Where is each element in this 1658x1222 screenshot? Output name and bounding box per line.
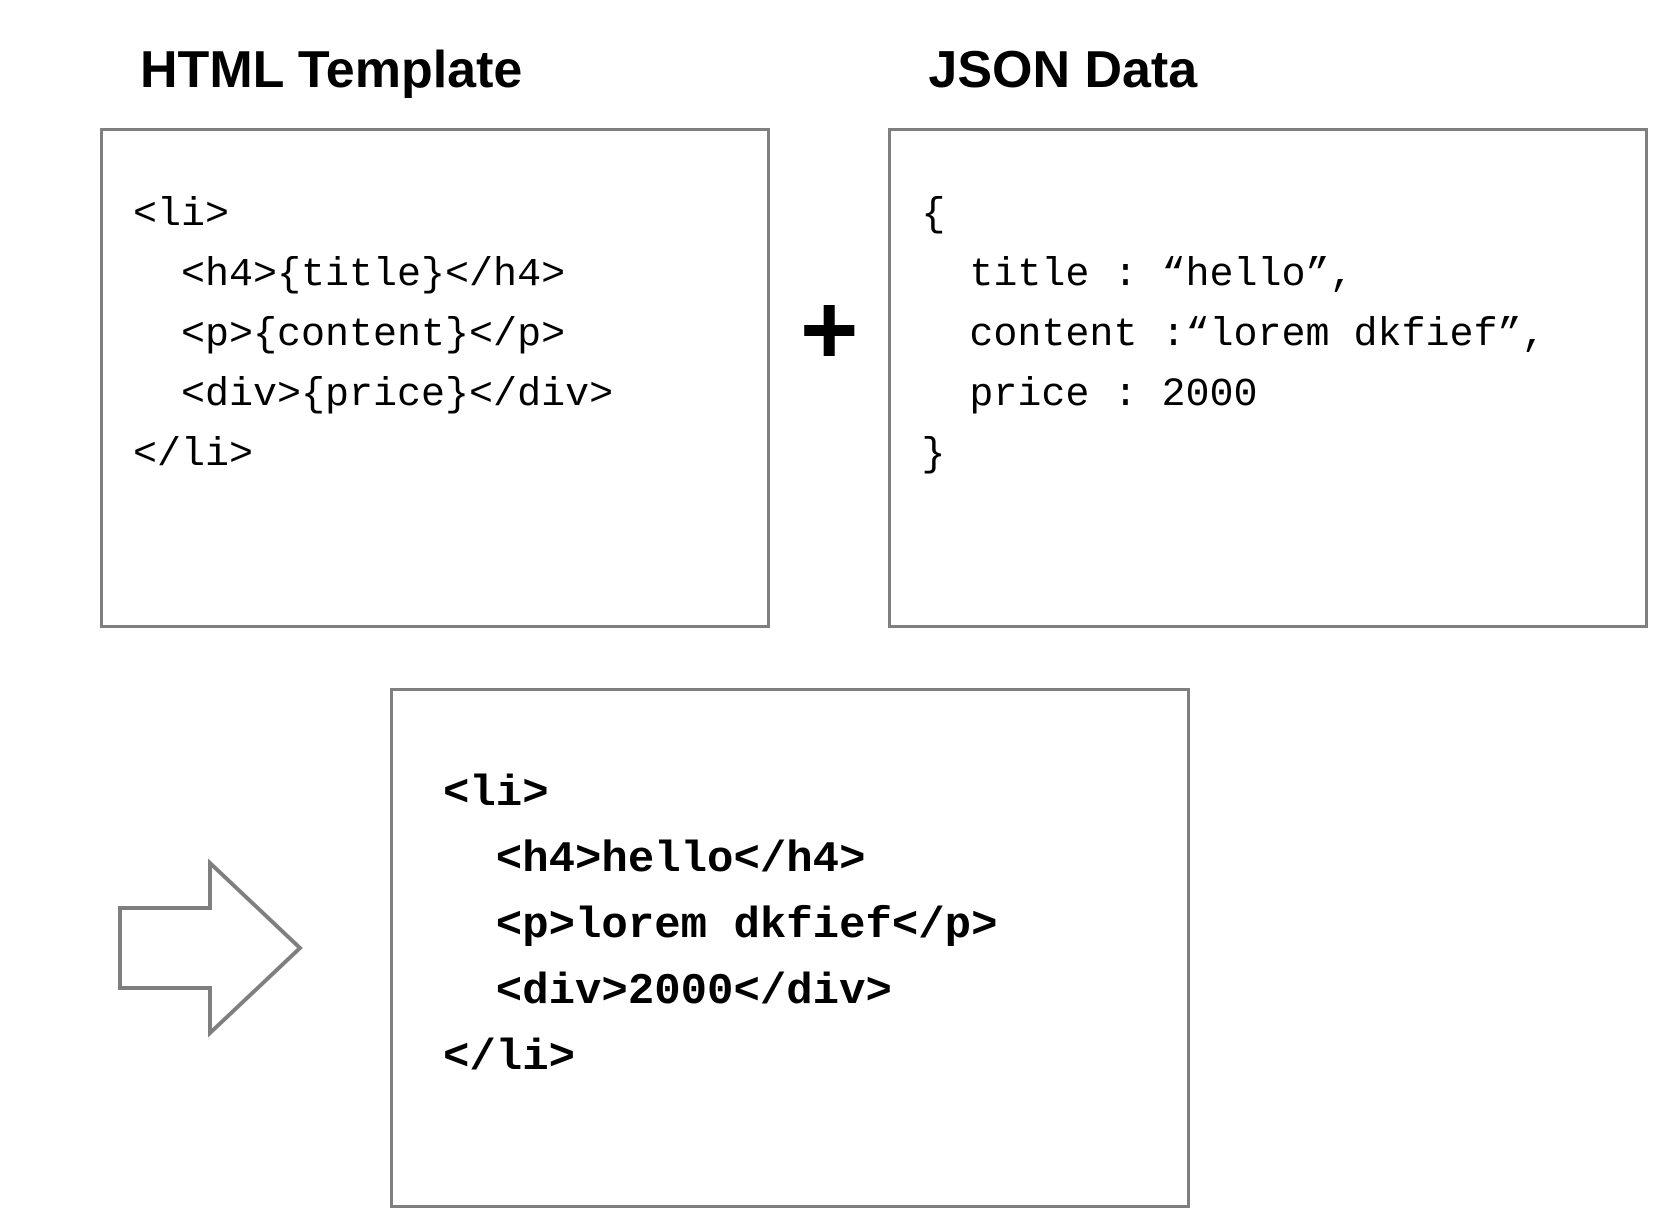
result-line-4: <div>2000</div> — [443, 967, 892, 1017]
json-code: { title : “hello”, content :“lorem dkfie… — [921, 186, 1615, 486]
result-line-5: </li> — [443, 1033, 575, 1083]
template-heading: HTML Template — [140, 40, 770, 100]
template-box: <li> <h4>{title}</h4> <p>{content}</p> <… — [100, 128, 770, 628]
json-line-3: content :“lorem dkfief”, — [921, 313, 1545, 358]
result-box: <li> <h4>hello</h4> <p>lorem dkfief</p> … — [390, 688, 1190, 1208]
plus-icon: + — [800, 280, 858, 380]
json-heading: JSON Data — [928, 40, 1648, 100]
template-line-4: <div>{price}</div> — [133, 373, 613, 418]
template-line-5: </li> — [133, 433, 253, 478]
template-line-3: <p>{content}</p> — [133, 313, 565, 358]
plus-operator: + — [800, 40, 858, 620]
template-column: HTML Template <li> <h4>{title}</h4> <p>{… — [100, 40, 770, 628]
json-column: JSON Data { title : “hello”, content :“l… — [888, 40, 1648, 628]
json-box: { title : “hello”, content :“lorem dkfie… — [888, 128, 1648, 628]
result-line-2: <h4>hello</h4> — [443, 835, 865, 885]
json-line-5: } — [921, 433, 945, 478]
result-line-1: <li> — [443, 769, 549, 819]
arrow-right-icon — [110, 848, 310, 1048]
json-line-1: { — [921, 193, 945, 238]
arrow-wrap — [110, 848, 310, 1048]
bottom-row: <li> <h4>hello</h4> <p>lorem dkfief</p> … — [110, 688, 1618, 1208]
json-line-2: title : “hello”, — [921, 253, 1353, 298]
template-line-2: <h4>{title}</h4> — [133, 253, 565, 298]
json-line-4: price : 2000 — [921, 373, 1257, 418]
result-line-3: <p>lorem dkfief</p> — [443, 901, 998, 951]
top-row: HTML Template <li> <h4>{title}</h4> <p>{… — [100, 40, 1618, 628]
template-line-1: <li> — [133, 193, 229, 238]
result-code: <li> <h4>hello</h4> <p>lorem dkfief</p> … — [443, 761, 1147, 1091]
template-code: <li> <h4>{title}</h4> <p>{content}</p> <… — [133, 186, 737, 486]
